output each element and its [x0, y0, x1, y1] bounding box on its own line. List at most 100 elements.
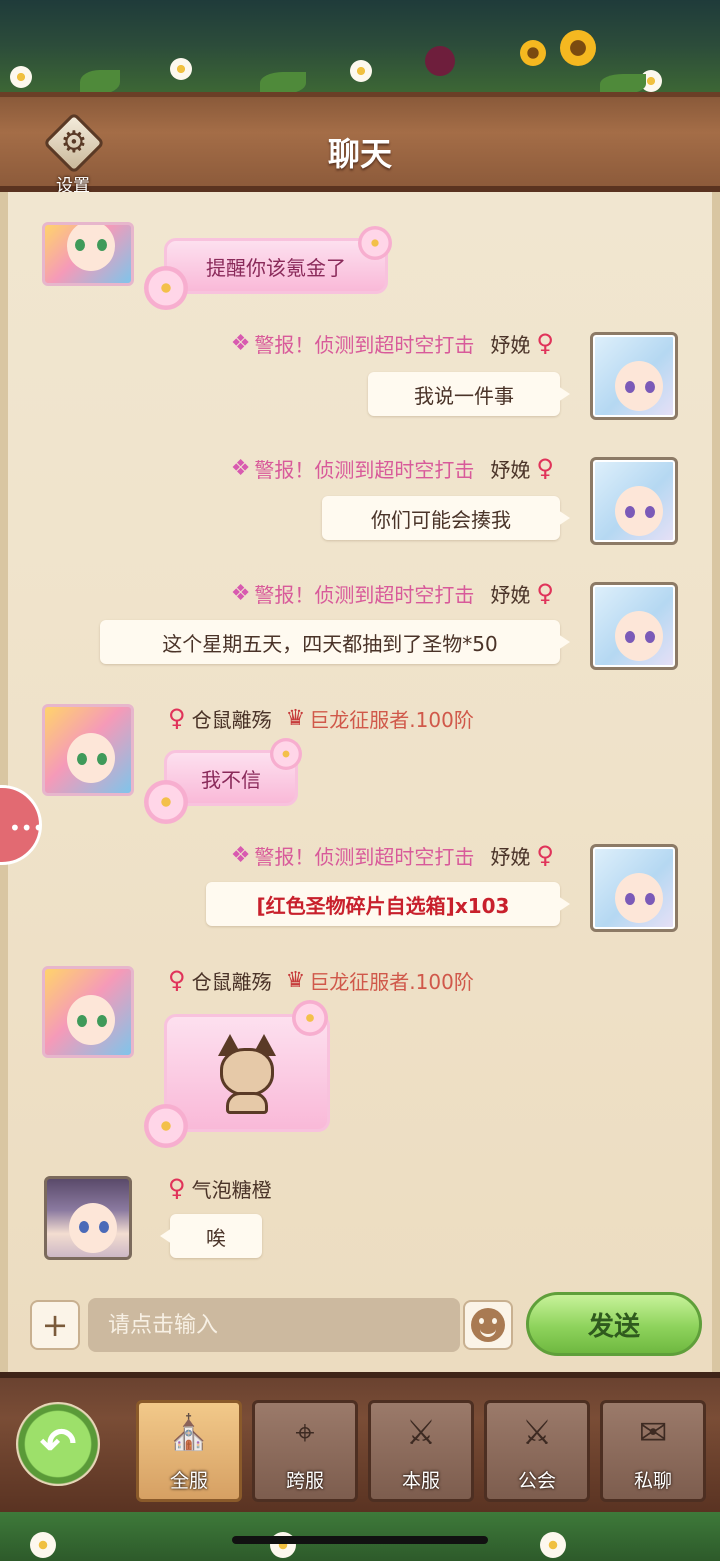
tab-cross-server[interactable]: ⌖ 跨服 [252, 1400, 358, 1502]
apple-decoration [425, 46, 455, 76]
white-flower-decoration [350, 60, 372, 82]
white-flower-decoration [540, 1532, 566, 1558]
avatar[interactable] [44, 1176, 132, 1260]
swords-banner-icon: ⚔ [405, 1413, 437, 1453]
tab-label: 全服 [169, 1470, 208, 1492]
sender-name[interactable]: 妤娩 [490, 841, 530, 870]
chat-input[interactable] [88, 1298, 460, 1352]
home-indicator[interactable] [232, 1536, 488, 1544]
page-title: 聊天 [327, 135, 392, 173]
leaf-decoration [260, 72, 306, 94]
female-icon: ♀ [168, 966, 186, 994]
female-icon: ♀ [168, 704, 186, 732]
flower-decoration [358, 226, 392, 260]
lotus-icon: ❖ [230, 330, 251, 356]
tab-label: 跨服 [285, 1470, 324, 1492]
white-flower-decoration [30, 1532, 56, 1558]
sunflower-decoration [560, 30, 596, 66]
flower-decoration [144, 780, 188, 824]
sunflower-decoration [520, 40, 546, 66]
channel-tab-bar: ↶ ⛪ 全服 ⌖ 跨服 ⚔ 本服 ⚔ 公会 ✉ 私聊 [0, 1372, 720, 1512]
lotus-icon: ❖ [230, 842, 251, 868]
female-icon: ♀ [536, 329, 554, 357]
lotus-icon: ❖ [230, 455, 251, 481]
avatar[interactable] [42, 966, 134, 1058]
avatar[interactable] [590, 457, 678, 545]
sender-title: ♛ 巨龙征服者.100阶 [285, 967, 474, 994]
chat-bubble: 你们可能会揍我 [322, 496, 570, 540]
avatar[interactable] [590, 332, 678, 420]
sender-title: ♛ 巨龙征服者.100阶 [285, 705, 474, 732]
female-icon: ♀ [536, 841, 554, 869]
avatar[interactable] [590, 582, 678, 670]
sender-title: ❖ 警报！侦测到超时空打击 [230, 330, 475, 357]
sender-row: ❖ 警报！侦测到超时空打击 妤娩 ♀ [231, 326, 554, 360]
castle-icon: ⛪ [167, 1413, 211, 1453]
tab-all-servers[interactable]: ⛪ 全服 [136, 1400, 242, 1502]
flower-decoration [144, 266, 188, 310]
item-link[interactable]: [红色圣物碎片自选箱]x103 [257, 890, 510, 919]
sender-title: ❖ 警报！侦测到超时空打击 [230, 580, 475, 607]
flower-decoration [292, 1000, 328, 1036]
back-button[interactable]: ↶ [16, 1402, 100, 1486]
smiley-icon [471, 1308, 505, 1342]
chat-input-bar: + 发送 [0, 1290, 720, 1366]
avatar[interactable] [590, 844, 678, 932]
emoji-button[interactable] [463, 1300, 513, 1350]
chat-bubble: 这个星期五天，四天都抽到了圣物*50 [100, 620, 570, 664]
sender-name[interactable]: 仓鼠離殇 [192, 966, 272, 995]
sender-row: ♀ 仓鼠離殇 ♛ 巨龙征服者.100阶 [168, 701, 474, 735]
chat-bubble: 我说一件事 [368, 372, 570, 416]
fox-sticker [212, 1034, 282, 1114]
forest-banner [0, 0, 720, 100]
sender-row: ♀ 仓鼠離殇 ♛ 巨龙征服者.100阶 [168, 963, 474, 997]
avatar[interactable] [42, 704, 134, 796]
leaf-decoration [600, 74, 646, 94]
lotus-icon: ❖ [230, 580, 251, 606]
chat-bubble: [红色圣物碎片自选箱]x103 [206, 882, 570, 926]
sender-title: ❖ 警报！侦测到超时空打击 [230, 842, 475, 869]
message-text: 你们可能会揍我 [371, 507, 511, 532]
tab-label: 本服 [401, 1470, 440, 1492]
chat-bubble-icon: ✉ [638, 1413, 668, 1453]
chat-bubble: 唉 [160, 1214, 262, 1258]
sender-name[interactable]: 妤娩 [490, 579, 530, 608]
sender-row: ❖ 警报！侦测到超时空打击 妤娩 ♀ [231, 576, 554, 610]
sender-row: ♀ 气泡糖橙 [168, 1171, 272, 1205]
message-text: 提醒你该氪金了 [206, 255, 346, 280]
tab-label: 私聊 [633, 1470, 672, 1492]
sender-name[interactable]: 妤娩 [490, 454, 530, 483]
female-icon: ♀ [536, 579, 554, 607]
sender-row: ❖ 警报！侦测到超时空打击 妤娩 ♀ [231, 838, 554, 872]
sender-name[interactable]: 妤娩 [490, 329, 530, 358]
tab-guild[interactable]: ⚔ 公会 [484, 1400, 590, 1502]
message-text: 我说一件事 [414, 383, 514, 408]
add-attachment-button[interactable]: + [30, 1300, 80, 1350]
sender-name[interactable]: 气泡糖橙 [192, 1174, 272, 1203]
chat-header: ⚙ 设置 聊天 [0, 92, 720, 196]
sender-title: ❖ 警报！侦测到超时空打击 [230, 455, 475, 482]
dragon-crest-icon: ♛ [285, 705, 306, 731]
chat-bubble: 提醒你该氪金了 [164, 238, 388, 294]
map-pin-icon: ⌖ [295, 1413, 315, 1453]
flower-decoration [144, 1104, 188, 1148]
tab-this-server[interactable]: ⚔ 本服 [368, 1400, 474, 1502]
guild-banner-icon: ⚔ [521, 1413, 553, 1453]
female-icon: ♀ [168, 1174, 186, 1202]
send-button[interactable]: 发送 [526, 1292, 702, 1356]
dots-icon: ••• [9, 816, 45, 840]
tab-label: 公会 [517, 1470, 556, 1492]
tab-private-chat[interactable]: ✉ 私聊 [600, 1400, 706, 1502]
message-text: 这个星期五天，四天都抽到了圣物*50 [162, 631, 498, 656]
dragon-crest-icon: ♛ [285, 967, 306, 993]
avatar[interactable] [42, 222, 134, 286]
chat-message-list[interactable]: 提醒你该氪金了 ❖ 警报！侦测到超时空打击 妤娩 ♀ 我说一件事 ❖ 警报！侦测到超… [0, 192, 720, 1372]
message-text: 唉 [206, 1225, 226, 1250]
back-arrow-icon: ↶ [39, 1418, 77, 1470]
female-icon: ♀ [536, 454, 554, 482]
sender-name[interactable]: 仓鼠離殇 [192, 704, 272, 733]
flower-decoration [270, 738, 302, 770]
message-text: 我不信 [201, 767, 261, 792]
white-flower-decoration [10, 66, 32, 88]
white-flower-decoration [170, 58, 192, 80]
